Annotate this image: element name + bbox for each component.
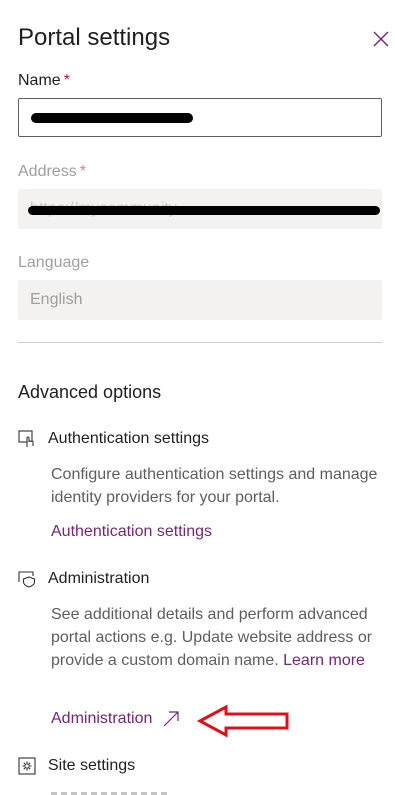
external-link-icon bbox=[163, 711, 179, 727]
learn-more-link[interactable]: Learn more bbox=[283, 652, 365, 669]
annotation-arrow-icon bbox=[196, 704, 289, 738]
divider bbox=[18, 342, 382, 343]
administration-heading: Administration bbox=[18, 570, 149, 588]
address-field: https://mycommunity bbox=[18, 189, 382, 229]
administration-description: See additional details and perform advan… bbox=[51, 606, 373, 669]
close-icon bbox=[373, 31, 389, 47]
settings-window-icon bbox=[18, 757, 36, 775]
authentication-settings-link[interactable]: Authentication settings bbox=[51, 523, 212, 541]
cut-off-description bbox=[51, 790, 171, 795]
panel-title: Portal settings bbox=[18, 24, 171, 51]
language-label: Language bbox=[18, 254, 90, 271]
name-input[interactable] bbox=[18, 98, 382, 137]
language-value: English bbox=[30, 291, 83, 308]
redacted-value bbox=[28, 206, 380, 215]
touch-shield-icon bbox=[18, 430, 34, 447]
authentication-description: Configure authentication settings and ma… bbox=[51, 466, 378, 506]
advanced-options-title: Advanced options bbox=[18, 382, 162, 402]
administration-link[interactable]: Administration bbox=[51, 710, 180, 728]
shield-window-icon bbox=[18, 571, 36, 588]
close-button[interactable] bbox=[370, 28, 392, 50]
name-label: Name * bbox=[18, 72, 70, 89]
language-field: English bbox=[18, 280, 382, 320]
address-label: Address * bbox=[18, 163, 86, 180]
site-settings-heading: Site settings bbox=[18, 757, 135, 775]
authentication-heading: Authentication settings bbox=[18, 430, 209, 448]
redacted-value bbox=[31, 113, 193, 123]
